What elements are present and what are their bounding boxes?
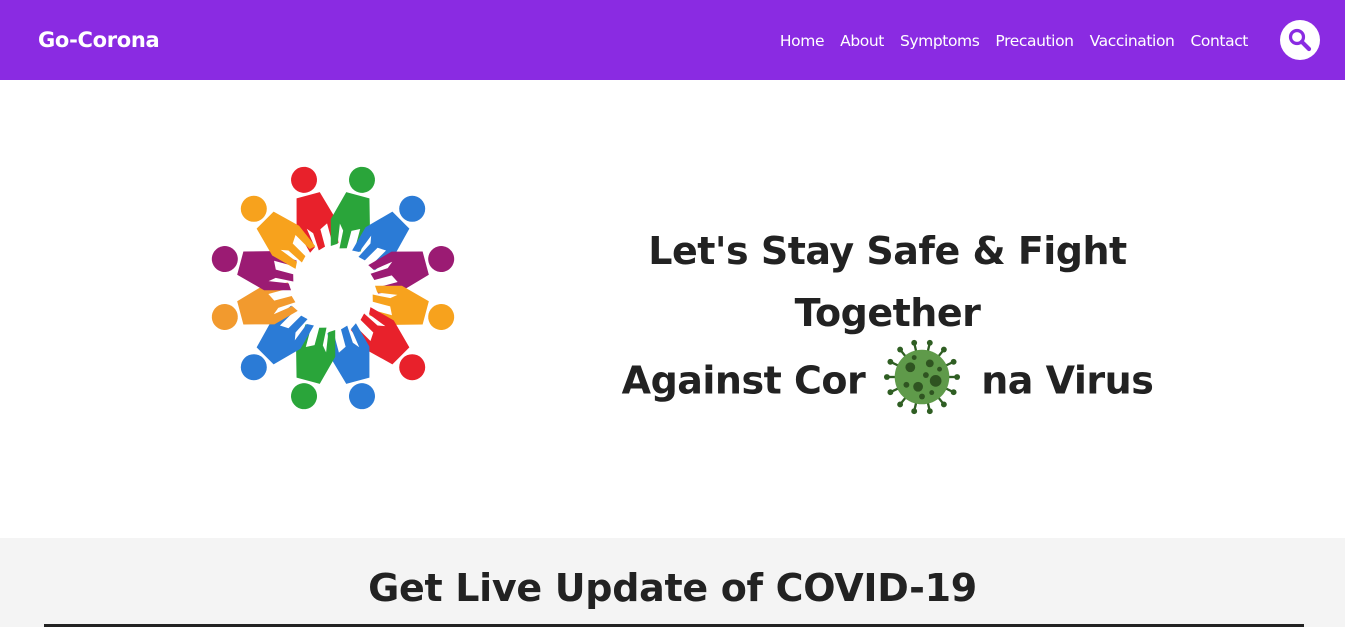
nav-link-home[interactable]: Home — [780, 32, 825, 50]
hero-line-2: Against Cor na Virus — [560, 339, 1215, 422]
people-circle-icon — [211, 166, 455, 410]
live-update-title: Get Live Update of COVID-19 — [368, 566, 977, 610]
nav-item-precaution: Precaution — [995, 31, 1074, 50]
hero-line-1: Let's Stay Safe & Fight Together — [648, 229, 1127, 335]
hero-line-2-end: na Virus — [981, 358, 1154, 403]
live-update-section: Get Live Update of COVID-19 — [0, 538, 1345, 627]
nav-link-contact[interactable]: Contact — [1190, 32, 1248, 50]
virus-icon — [884, 339, 961, 415]
nav-link-about[interactable]: About — [840, 32, 884, 50]
navbar: Go-Corona Home About Symptoms Precaution… — [0, 0, 1345, 80]
nav-links: Home About Symptoms Precaution Vaccinati… — [764, 31, 1248, 50]
nav-item-home: Home — [780, 31, 825, 50]
brand-logo[interactable]: Go-Corona — [38, 28, 160, 52]
nav-link-symptoms[interactable]: Symptoms — [900, 32, 980, 50]
search-icon — [1288, 28, 1312, 52]
nav-item-vaccination: Vaccination — [1090, 31, 1175, 50]
hero-line-2-start: Against Cor — [621, 358, 866, 403]
nav-item-contact: Contact — [1190, 31, 1248, 50]
search-button[interactable] — [1280, 20, 1320, 60]
nav-link-vaccination[interactable]: Vaccination — [1090, 32, 1175, 50]
nav-item-about: About — [840, 31, 884, 50]
nav-item-symptoms: Symptoms — [900, 31, 980, 50]
nav-right: Home About Symptoms Precaution Vaccinati… — [764, 20, 1320, 60]
hero-heading: Let's Stay Safe & Fight Together Against… — [560, 220, 1215, 422]
nav-link-precaution[interactable]: Precaution — [995, 32, 1074, 50]
